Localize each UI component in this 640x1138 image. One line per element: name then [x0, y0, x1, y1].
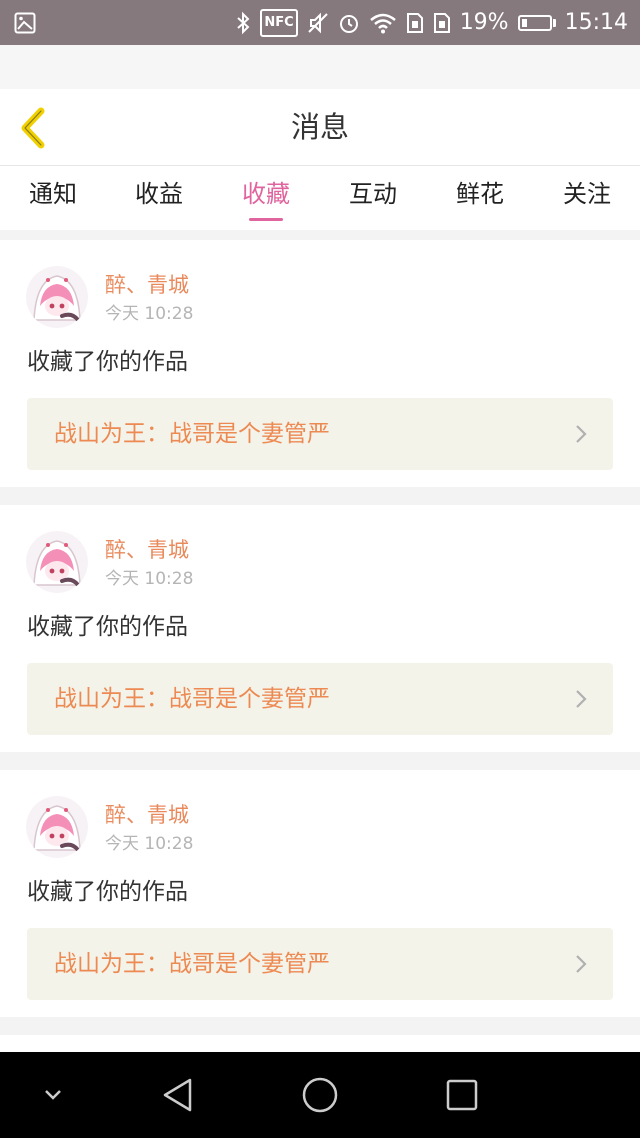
tab-earnings[interactable]: 收益: [106, 166, 212, 230]
tab-label: 收益: [135, 180, 183, 208]
tab-label: 通知: [29, 180, 77, 208]
work-title: 战山为王：战哥是个妻管严: [54, 951, 330, 977]
message-time: 今天 10:28: [105, 304, 194, 324]
message-text: 收藏了你的作品: [27, 879, 188, 905]
status-bar: NFC 19% 15:14: [0, 0, 640, 45]
tab-follows[interactable]: 关注: [534, 166, 640, 230]
user-name[interactable]: 醉、青城: [105, 537, 189, 563]
back-triangle-icon: [163, 1078, 192, 1112]
mute-icon: [307, 11, 329, 35]
work-title: 战山为王：战哥是个妻管严: [54, 686, 330, 712]
user-name[interactable]: 醉、青城: [105, 272, 189, 298]
home-circle-icon: [302, 1077, 338, 1113]
work-link[interactable]: 战山为王：战哥是个妻管严: [27, 398, 613, 470]
user-name[interactable]: 醉、青城: [105, 802, 189, 828]
list-item: 醉、青城 今天 10:28 收藏了你的作品 战山为王：战哥是个妻管严: [0, 240, 640, 487]
tab-favorites[interactable]: 收藏: [213, 166, 319, 230]
list-item: 醉、青城 今天 10:28 收藏了你的作品 战山为王：战哥是个妻管严: [0, 770, 640, 1017]
page-title: 消息: [290, 110, 349, 144]
header-bar: 消息: [0, 89, 640, 166]
message-text: 收藏了你的作品: [27, 614, 188, 640]
hide-nav-button[interactable]: [28, 1072, 78, 1118]
tab-bar: 通知 收益 收藏 互动 鲜花 关注: [0, 166, 640, 230]
work-link[interactable]: 战山为王：战哥是个妻管严: [27, 928, 613, 1000]
chevron-right-icon: [576, 690, 587, 708]
tab-label: 关注: [563, 180, 611, 208]
avatar[interactable]: [26, 796, 88, 858]
tab-interactions[interactable]: 互动: [320, 166, 426, 230]
battery-percent: 19%: [459, 10, 509, 35]
chevron-right-icon: [576, 955, 587, 973]
tab-label: 收藏: [242, 180, 290, 208]
nav-back-button[interactable]: [153, 1072, 203, 1118]
message-text: 收藏了你的作品: [27, 349, 188, 375]
status-time: 15:14: [564, 10, 628, 35]
recents-square-icon: [446, 1079, 478, 1111]
tab-label: 互动: [349, 180, 397, 208]
list-item-partial: [0, 1035, 640, 1052]
tab-flowers[interactable]: 鲜花: [427, 166, 533, 230]
chevron-left-icon: [21, 107, 45, 149]
message-time: 今天 10:28: [105, 834, 194, 854]
nav-recents-button[interactable]: [437, 1072, 487, 1118]
avatar[interactable]: [26, 531, 88, 593]
list-item: 醉、青城 今天 10:28 收藏了你的作品 战山为王：战哥是个妻管严: [0, 505, 640, 752]
nav-home-button[interactable]: [295, 1072, 345, 1118]
image-icon: [14, 11, 36, 35]
top-spacer: [0, 45, 640, 89]
tab-label: 鲜花: [456, 180, 504, 208]
chevron-right-icon: [576, 425, 587, 443]
chevron-down-icon: [45, 1090, 61, 1100]
avatar[interactable]: [26, 266, 88, 328]
navigation-bar: [0, 1052, 640, 1138]
back-button[interactable]: [14, 107, 54, 149]
active-tab-indicator: [249, 218, 283, 221]
tab-notice[interactable]: 通知: [0, 166, 106, 230]
sim1-icon: [406, 11, 424, 35]
alarm-icon: [338, 11, 360, 35]
sim2-icon: [433, 11, 451, 35]
message-time: 今天 10:28: [105, 569, 194, 589]
wifi-icon: [369, 11, 397, 35]
nfc-icon: NFC: [260, 8, 298, 37]
work-title: 战山为王：战哥是个妻管严: [54, 421, 330, 447]
bluetooth-icon: [235, 11, 251, 35]
battery-icon: [517, 14, 556, 31]
work-link[interactable]: 战山为王：战哥是个妻管严: [27, 663, 613, 735]
